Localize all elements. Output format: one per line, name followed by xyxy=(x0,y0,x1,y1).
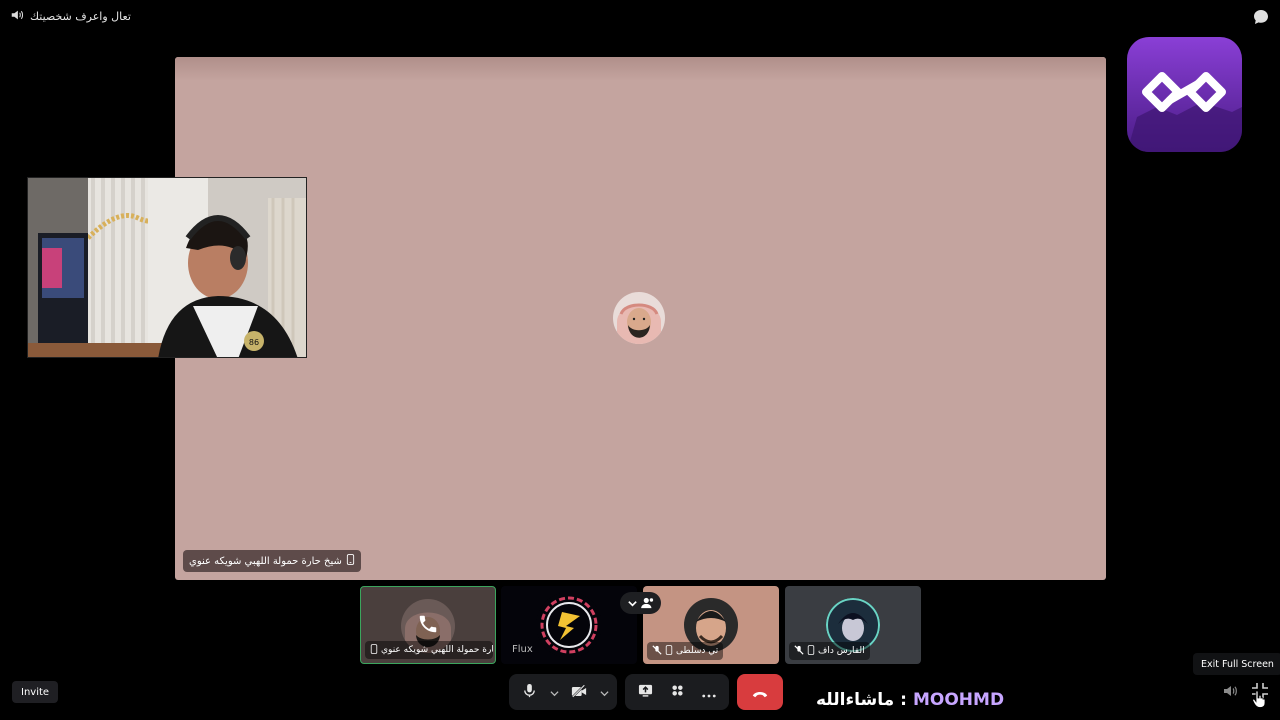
stage-shade xyxy=(175,57,1106,81)
phone-icon xyxy=(370,643,378,657)
chat-bubble-icon[interactable] xyxy=(1252,8,1270,26)
call-controls xyxy=(509,674,783,710)
participant-name: تي دسلطى xyxy=(647,642,724,660)
svg-text:86: 86 xyxy=(249,338,259,347)
invite-button[interactable]: Invite xyxy=(12,681,59,703)
exit-fullscreen-tooltip: Exit Full Screen xyxy=(1193,653,1280,675)
hang-up-icon xyxy=(752,683,768,702)
activities-icon xyxy=(670,683,685,702)
top-bar: تعال واعرف شخصيتك xyxy=(10,8,131,25)
stream-caption: ماشاءالله : MOOHMD xyxy=(816,690,1004,710)
disconnect-button[interactable] xyxy=(737,674,783,710)
participant-name: الفارس داف xyxy=(789,642,870,660)
participants-overflow-button[interactable] xyxy=(620,592,661,614)
mic-muted-icon xyxy=(794,644,804,658)
window-title: تعال واعرف شخصيتك xyxy=(30,10,131,23)
chevron-down-icon xyxy=(599,683,609,702)
microphone-icon xyxy=(522,683,537,702)
mic-muted-icon xyxy=(652,644,662,658)
mic-camera-group xyxy=(509,674,617,710)
phone-call-icon xyxy=(417,613,439,639)
participant-name: حارة حمولة اللهبي شويكه عنوي... xyxy=(365,641,493,659)
main-video-stage[interactable]: شيخ حارة حمولة اللهبي شويكه عنوي xyxy=(175,57,1106,580)
speaker-avatar xyxy=(613,292,665,344)
volume-icon[interactable] xyxy=(1222,683,1238,699)
phone-icon xyxy=(807,644,815,658)
speaker-name-label: شيخ حارة حمولة اللهبي شويكه عنوي xyxy=(183,550,361,572)
more-icon xyxy=(702,683,716,702)
people-icon xyxy=(640,594,655,613)
screen-share-button[interactable] xyxy=(631,678,659,706)
speaker-name-text: شيخ حارة حمولة اللهبي شويكه عنوي xyxy=(189,555,342,567)
participant-tile[interactable]: تي دسلطى xyxy=(643,586,779,664)
chevron-down-icon xyxy=(549,683,559,702)
cursor-hand-icon xyxy=(1252,690,1266,708)
phone-icon xyxy=(665,644,673,658)
caption-text: ماشاءالله xyxy=(816,690,895,710)
screen-share-icon xyxy=(638,683,653,702)
phone-icon xyxy=(346,554,355,568)
chevron-down-icon xyxy=(627,594,638,613)
participant-avatar xyxy=(536,592,602,658)
camera-options-dropdown[interactable] xyxy=(597,678,611,706)
participant-name: Flux xyxy=(512,643,533,655)
microphone-button[interactable] xyxy=(515,678,543,706)
mic-options-dropdown[interactable] xyxy=(547,678,561,706)
caption-separator: : xyxy=(900,690,907,710)
app-logo xyxy=(1127,37,1242,152)
participant-tile[interactable]: الفارس داف xyxy=(785,586,921,664)
speaker-icon[interactable] xyxy=(10,8,24,25)
caption-name: MOOHMD xyxy=(912,690,1005,710)
camera-button[interactable] xyxy=(565,678,593,706)
activities-button[interactable] xyxy=(663,678,691,706)
actions-group xyxy=(625,674,729,710)
more-options-button[interactable] xyxy=(695,678,723,706)
participant-tile[interactable]: حارة حمولة اللهبي شويكه عنوي... xyxy=(360,586,496,664)
participant-tile[interactable]: Flux xyxy=(501,586,637,664)
camera-off-icon xyxy=(571,683,587,702)
webcam-video[interactable]: 86 xyxy=(27,177,307,358)
